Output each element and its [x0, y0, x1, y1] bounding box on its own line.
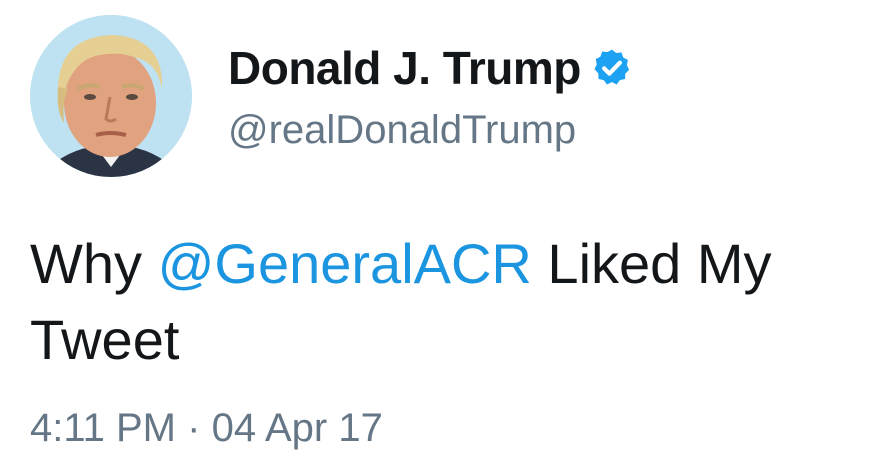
meta-separator: ·: [187, 406, 201, 450]
tweet-text-prefix: Why: [30, 232, 158, 295]
avatar[interactable]: [30, 15, 192, 177]
tweet-time: 4:11 PM: [30, 406, 176, 450]
tweet-card: Donald J. Trump @realDonaldTrump Why @Ge…: [0, 0, 893, 465]
tweet-date: 04 Apr 17: [211, 406, 383, 450]
profile-photo: [30, 15, 192, 177]
mention-link[interactable]: @GeneralACR: [158, 232, 532, 295]
tweet-text: Why @GeneralACR Liked My Tweet: [30, 226, 880, 378]
tweet-timestamp[interactable]: 4:11 PM · 04 Apr 17: [30, 402, 383, 454]
tweet-header: Donald J. Trump @realDonaldTrump: [228, 40, 633, 154]
author-display-name[interactable]: Donald J. Trump: [228, 40, 581, 96]
author-name-row: Donald J. Trump: [228, 40, 633, 96]
verified-badge-icon: [591, 47, 633, 89]
author-handle[interactable]: @realDonaldTrump: [228, 106, 633, 154]
